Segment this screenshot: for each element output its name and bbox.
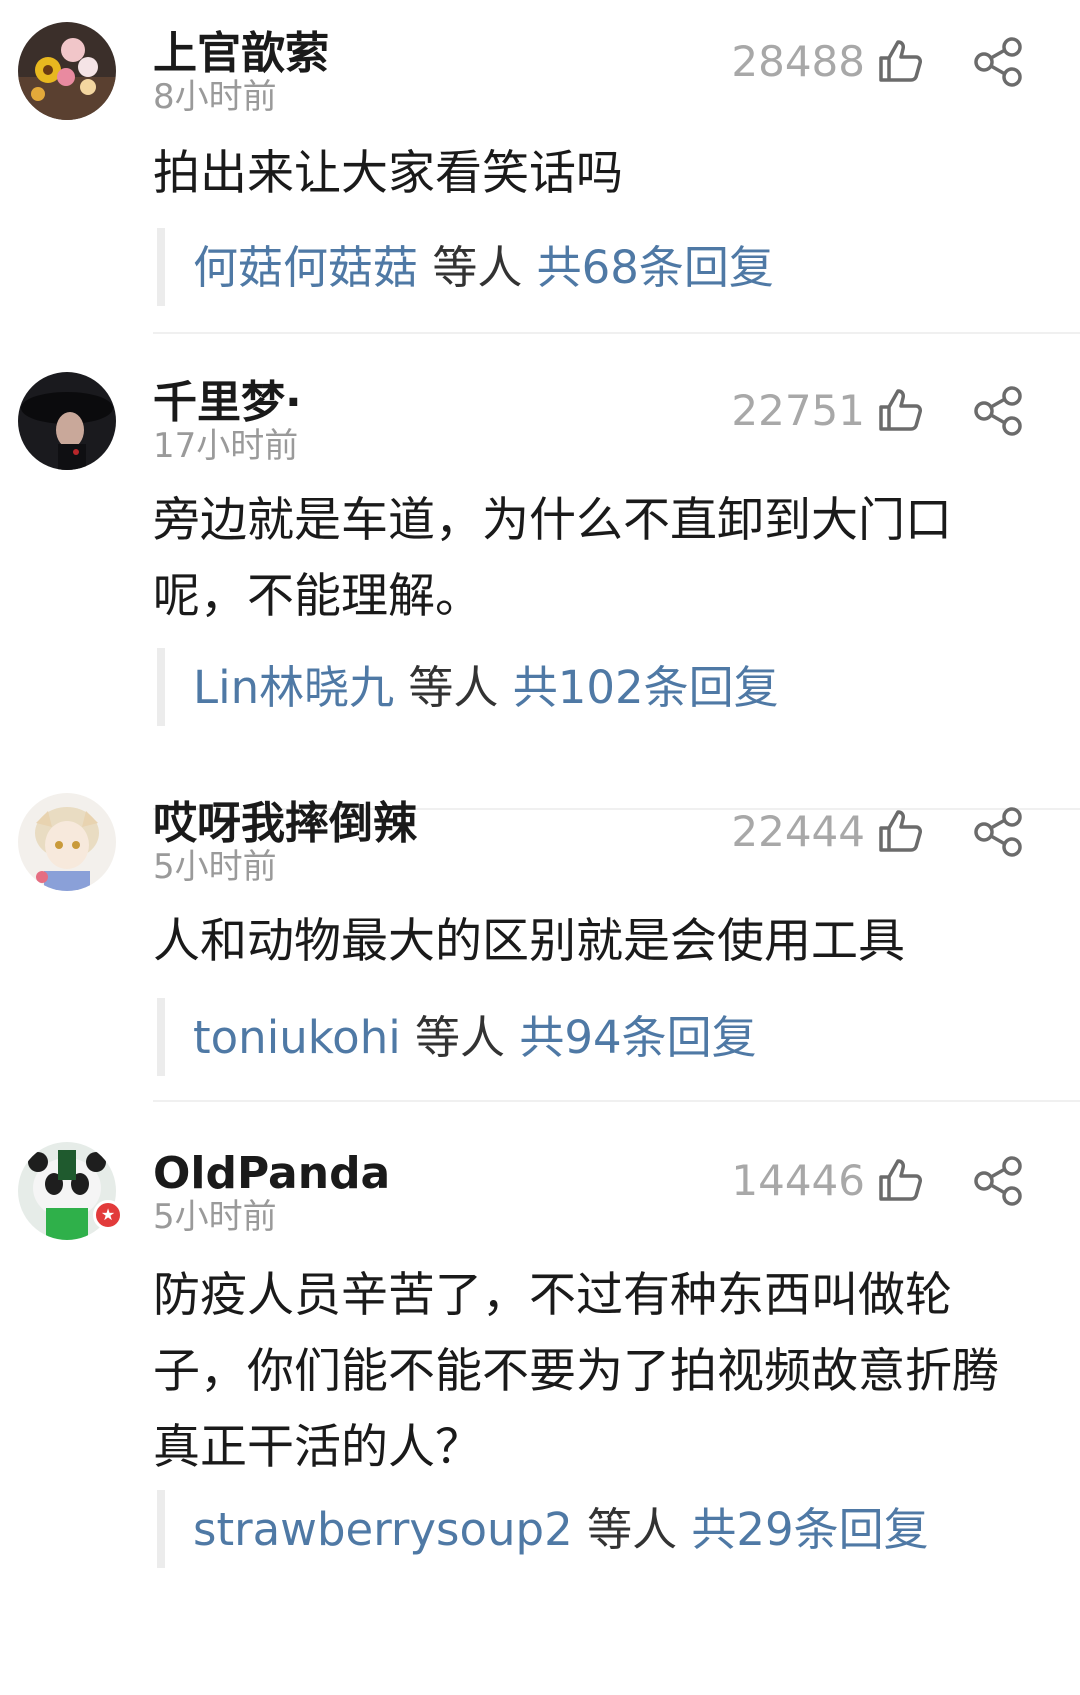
reply-summary[interactable]: strawberrysoup2 等人 共29条回复 (193, 1507, 929, 1552)
thumbs-up-icon[interactable] (875, 1155, 925, 1205)
comment-item: ★ OldPanda 5小时前 14446 防疫人员辛苦了，不过有种东西叫做轮子… (0, 0, 1080, 1695)
username[interactable]: OldPanda (153, 1152, 390, 1196)
comment-list: 上官歆萦 8小时前 28488 拍出来让大家看笑话吗 何菇何菇菇 等人 共68条… (0, 0, 1080, 1695)
like-count: 14446 (731, 1156, 865, 1205)
reply-bar (157, 1490, 165, 1568)
reply-names[interactable]: strawberrysoup2 (193, 1503, 573, 1556)
reply-count[interactable]: 共29条回复 (691, 1503, 928, 1556)
share-icon[interactable] (972, 1155, 1024, 1207)
reply-connector: 等人 (572, 1503, 692, 1556)
comment-time: 5小时前 (153, 1197, 277, 1237)
comment-text: 防疫人员辛苦了，不过有种东西叫做轮子，你们能不能不要为了拍视频故意折腾真正干活的… (153, 1268, 999, 1475)
verified-badge-icon: ★ (93, 1200, 123, 1230)
